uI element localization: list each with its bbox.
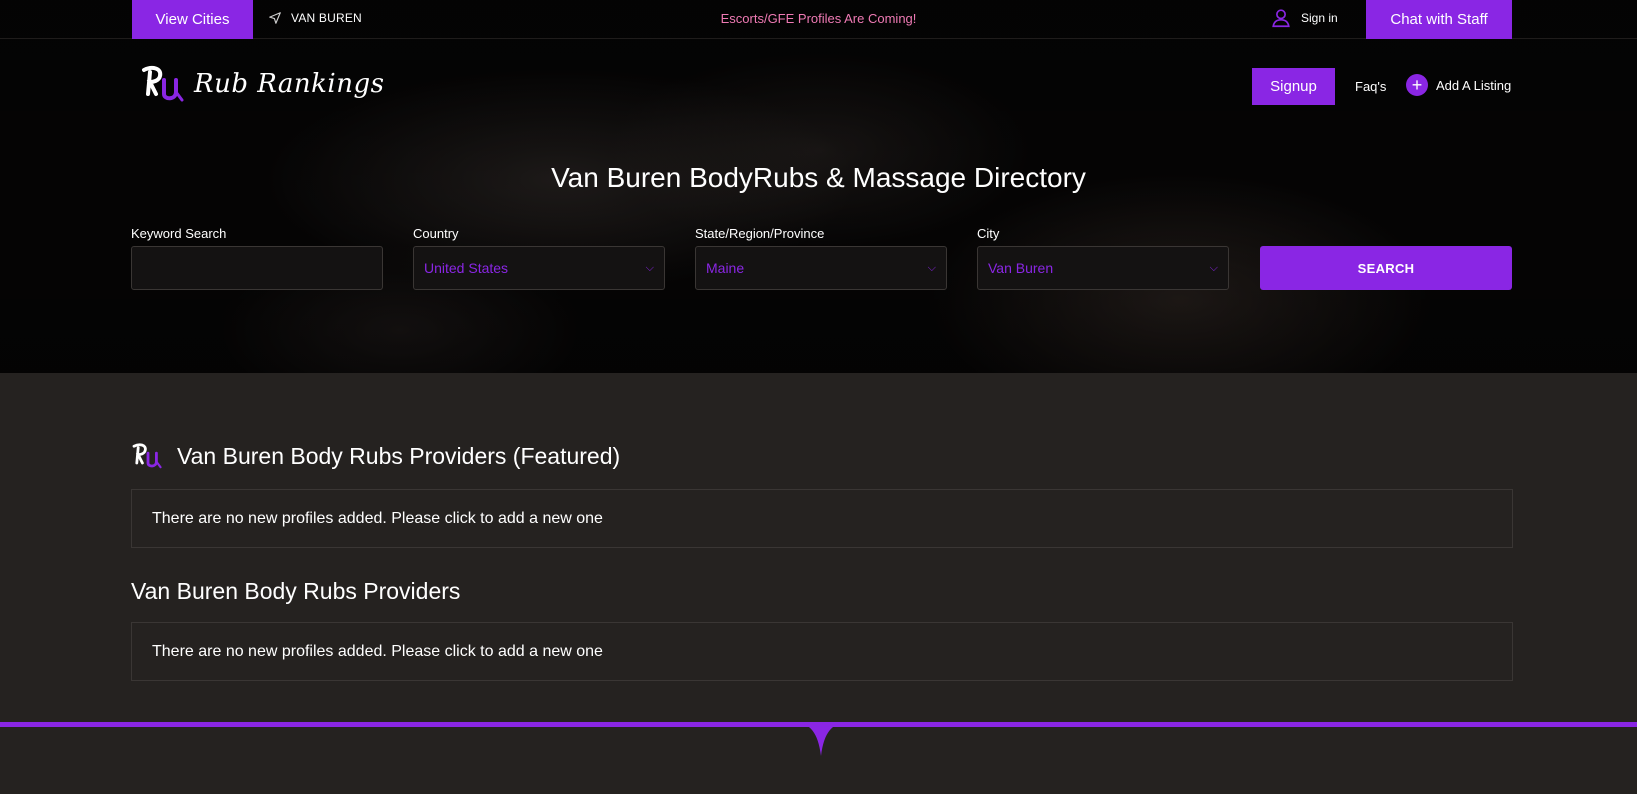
footer-notch: [796, 722, 846, 756]
country-label: Country: [413, 226, 459, 241]
country-select[interactable]: United States ⌵: [413, 246, 665, 290]
search-button[interactable]: SEARCH: [1260, 246, 1512, 290]
chevron-down-icon: ⌵: [927, 261, 936, 274]
rr-logo-icon: [142, 66, 184, 102]
logo-text: Rub Rankings: [194, 69, 385, 99]
rr-logo-icon: [132, 443, 162, 469]
faqs-link[interactable]: Faq's: [1355, 79, 1386, 94]
chat-with-staff-button[interactable]: Chat with Staff: [1366, 0, 1512, 39]
add-listing-link[interactable]: + Add A Listing: [1406, 74, 1511, 96]
featured-empty-notice[interactable]: There are no new profiles added. Please …: [131, 489, 1513, 548]
country-value: United States: [424, 260, 509, 276]
chevron-down-icon: ⌵: [1209, 261, 1218, 274]
city-value: Van Buren: [988, 260, 1054, 276]
keyword-label: Keyword Search: [131, 226, 227, 241]
user-icon: [1272, 9, 1290, 28]
city-select[interactable]: Van Buren ⌵: [977, 246, 1229, 290]
keyword-search-input[interactable]: [131, 246, 383, 290]
providers-title-text: Van Buren Body Rubs Providers: [131, 578, 461, 604]
site-logo[interactable]: Rub Rankings: [140, 64, 384, 104]
state-select[interactable]: Maine ⌵: [695, 246, 947, 290]
providers-section-title: Van Buren Body Rubs Providers: [131, 578, 460, 605]
page-title: Van Buren BodyRubs & Massage Directory: [551, 162, 1086, 193]
featured-title-text: Van Buren Body Rubs Providers (Featured): [177, 442, 621, 469]
sign-in-label: Sign in: [1301, 11, 1338, 25]
providers-empty-notice[interactable]: There are no new profiles added. Please …: [131, 622, 1513, 681]
plus-icon: +: [1406, 74, 1428, 96]
city-label: City: [977, 226, 1000, 241]
sign-in-link[interactable]: Sign in: [1270, 0, 1338, 36]
top-bar: View Cities VAN BUREN Escorts/GFE Profil…: [0, 0, 1637, 39]
state-value: Maine: [706, 260, 745, 276]
state-label: State/Region/Province: [695, 226, 825, 241]
signup-button[interactable]: Signup: [1252, 68, 1335, 105]
chevron-down-icon: ⌵: [645, 261, 654, 274]
featured-section-title: Van Buren Body Rubs Providers (Featured): [131, 442, 620, 470]
add-listing-label: Add A Listing: [1436, 77, 1512, 93]
